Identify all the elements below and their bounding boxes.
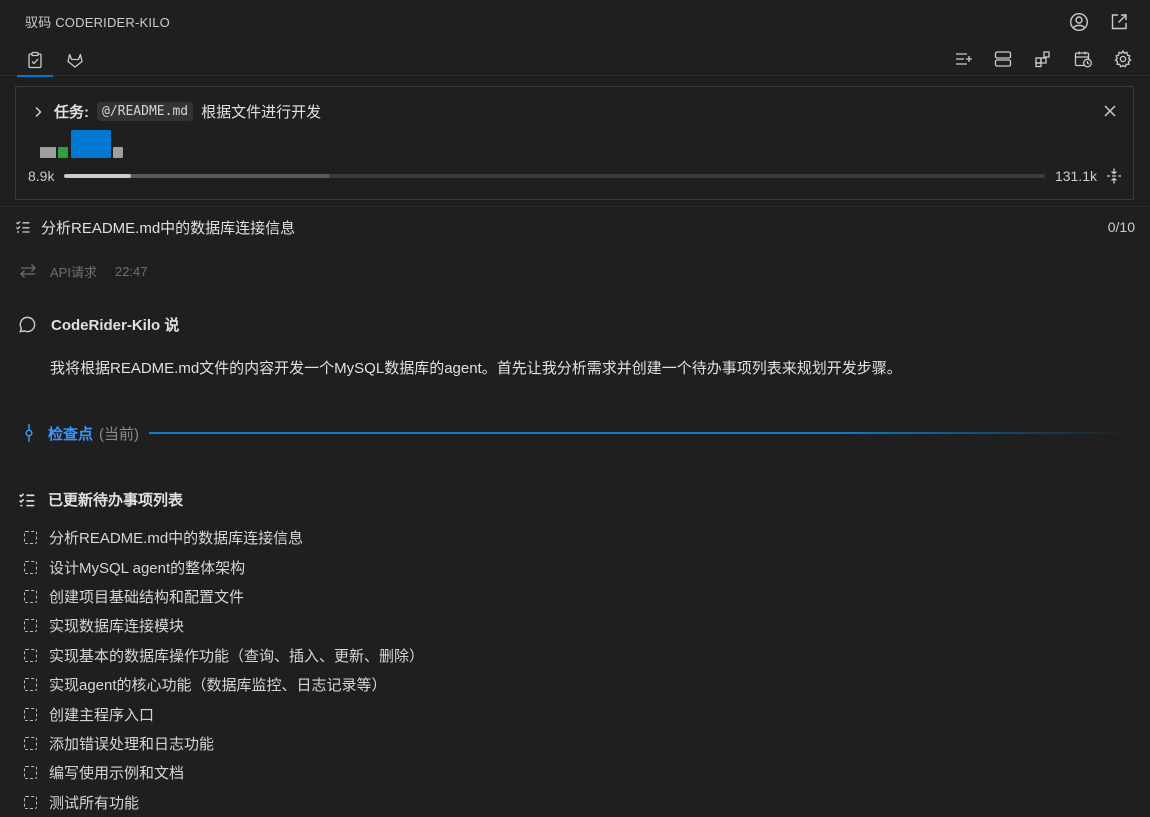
tab-gitlab[interactable] [63,48,87,72]
context-reserved-fill [131,174,330,178]
extensions-icon[interactable] [1032,48,1054,70]
todo-checkbox[interactable] [24,560,37,574]
todo-item-label: 实现agent的核心功能（数据库监控、日志记录等） [49,677,387,695]
todo-item[interactable]: 编写使用示例和文档 [24,758,424,787]
chat-bubble-icon [19,316,36,333]
git-commit-icon [25,424,33,442]
account-icon[interactable] [1068,11,1090,33]
todo-item[interactable]: 分析README.md中的数据库连接信息 [24,523,424,552]
settings-icon[interactable] [1112,48,1134,70]
todo-checkbox[interactable] [24,589,37,603]
checklist-icon [16,221,30,233]
todo-list-header: 已更新待办事项列表 [18,489,183,510]
todo-item-label: 编写使用示例和文档 [49,765,185,783]
arrows-swap-icon [20,264,36,278]
context-block-gray-small [113,147,123,158]
toolbar [952,48,1134,70]
chevron-right-icon[interactable] [30,104,46,120]
file-mention[interactable]: @/README.md [97,102,194,121]
todo-item-label: 创建主程序入口 [49,706,155,724]
todo-item[interactable]: 创建主程序入口 [24,699,424,728]
todo-checkbox[interactable] [24,648,37,662]
context-used-fill [64,174,132,178]
todo-checkbox[interactable] [24,678,37,692]
todo-list: 分析README.md中的数据库连接信息 设计MySQL agent的整体架构 创建… [24,523,424,817]
todo-item[interactable]: 测试所有功能 [24,788,424,817]
context-max: 131.1k [1054,168,1097,184]
context-block-green [58,147,68,158]
assistant-message: 我将根据README.md文件的内容开发一个MySQL数据库的agent。首先让… [50,360,902,377]
todo-checkbox[interactable] [24,619,37,633]
title-actions [1068,11,1130,33]
context-blocks [40,130,130,158]
checkpoint-label: 检查点 [48,425,94,443]
todo-item[interactable]: 设计MySQL agent的整体架构 [24,552,424,581]
open-external-icon[interactable] [1108,11,1130,33]
todo-item-label: 分析README.md中的数据库连接信息 [49,530,304,548]
task-text: 根据文件进行开发 [201,104,322,121]
todo-item-label: 添加错误处理和日志功能 [49,735,215,753]
context-used: 8.9k [28,168,55,184]
todo-item-label: 设计MySQL agent的整体架构 [49,559,246,577]
task-label: 任务: [54,104,89,121]
context-block-gray [40,147,56,158]
todo-item-label: 创建项目基础结构和配置文件 [49,588,245,606]
checklist-icon [19,492,35,506]
todo-checkbox[interactable] [24,795,37,809]
todo-item[interactable]: 创建项目基础结构和配置文件 [24,582,424,611]
api-request-label: API请求 [50,264,97,280]
task-card: 任务: @/README.md 根据文件进行开发 8.9k 131.1k [15,86,1134,200]
compress-context-icon[interactable] [1105,167,1123,185]
api-request-row[interactable]: API请求 22:47 [18,261,148,281]
todo-item[interactable]: 添加错误处理和日志功能 [24,729,424,758]
todo-item-label: 实现基本的数据库操作功能（查询、插入、更新、删除） [49,647,425,665]
todo-item-label: 实现数据库连接模块 [49,618,185,636]
todo-item[interactable]: 实现数据库连接模块 [24,611,424,640]
history-icon[interactable] [1072,48,1094,70]
todo-list-title: 已更新待办事项列表 [48,492,184,509]
todo-checkbox[interactable] [24,531,37,545]
todo-item-label: 测试所有功能 [49,794,140,812]
speaker-name: CodeRider-Kilo 说 [51,317,180,334]
task-header[interactable]: 任务: @/README.md 根据文件进行开发 [30,101,321,122]
checkpoint-line [149,432,1130,434]
checkpoint-status: (当前) [99,425,140,443]
mcp-servers-icon[interactable] [992,48,1014,70]
api-request-time: 22:47 [114,263,148,279]
todo-checkbox[interactable] [24,766,37,780]
gitlab-fox-icon [67,53,83,68]
todo-count: 0/10 [1107,219,1135,235]
todo-checkbox[interactable] [24,707,37,721]
title-bar: 驭码 CODERIDER-KILO [0,0,1150,42]
context-window-row: 8.9k 131.1k [28,167,1123,185]
tab-bar [0,42,1150,77]
todo-item[interactable]: 实现基本的数据库操作功能（查询、插入、更新、删除） [24,641,424,670]
context-block-blue [71,130,111,158]
context-window-bar [64,174,1045,178]
checkpoint-row[interactable]: 检查点 (当前) [22,422,1130,444]
close-icon[interactable] [1101,102,1119,120]
tab-tasks[interactable] [17,48,53,77]
todo-progress-row[interactable]: 分析README.md中的数据库连接信息 0/10 [15,217,1135,237]
divider [0,206,1150,207]
todo-item[interactable]: 实现agent的核心功能（数据库监控、日志记录等） [24,670,424,699]
app-title: 驭码 CODERIDER-KILO [25,14,170,30]
new-task-icon[interactable] [952,48,974,70]
speaker-row: CodeRider-Kilo 说 [18,314,179,335]
clipboard-check-icon [28,51,42,69]
current-todo-text: 分析README.md中的数据库连接信息 [41,219,296,237]
todo-checkbox[interactable] [24,736,37,750]
